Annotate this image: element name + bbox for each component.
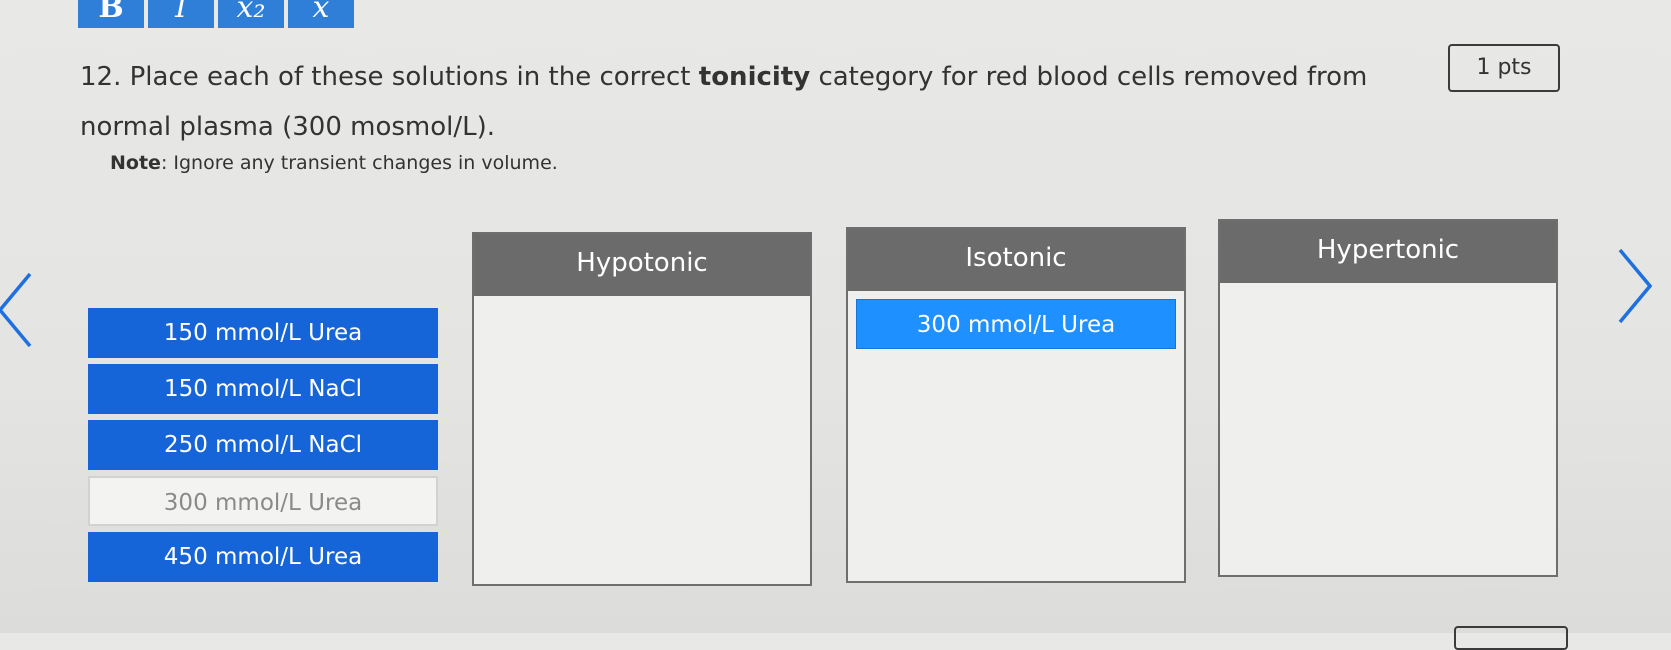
- answer-chip-300-urea-placeholder: 300 mmol/L Urea: [88, 476, 438, 526]
- bottom-button-partial[interactable]: [1454, 626, 1568, 650]
- question-note: Note: Ignore any transient changes in vo…: [110, 152, 558, 174]
- points-badge: 1 pts: [1448, 44, 1560, 92]
- category-isotonic[interactable]: Isotonic 300 mmol/L Urea: [846, 227, 1186, 583]
- previous-arrow-icon[interactable]: [0, 270, 38, 350]
- category-header-isotonic: Isotonic: [848, 229, 1184, 291]
- category-header-hypertonic: Hypertonic: [1220, 221, 1556, 283]
- note-text: : Ignore any transient changes in volume…: [160, 152, 558, 174]
- drop-zone-isotonic[interactable]: 300 mmol/L Urea: [848, 291, 1184, 581]
- placed-chip-300-urea[interactable]: 300 mmol/L Urea: [856, 299, 1176, 349]
- question-text-before: Place each of these solutions in the cor…: [129, 62, 691, 92]
- answer-chip-250-nacl[interactable]: 250 mmol/L NaCl: [88, 420, 438, 470]
- formatting-toolbar: B I x₂ x: [78, 0, 354, 28]
- question-text: 12. Place each of these solutions in the…: [80, 52, 1420, 152]
- note-label: Note: [110, 152, 161, 174]
- category-hypotonic[interactable]: Hypotonic: [472, 232, 812, 586]
- italic-button[interactable]: I: [148, 0, 214, 28]
- category-header-hypotonic: Hypotonic: [474, 234, 810, 296]
- bold-button[interactable]: B: [78, 0, 144, 28]
- drop-zone-hypotonic[interactable]: [474, 296, 810, 584]
- answer-bank: 150 mmol/L Urea 150 mmol/L NaCl 250 mmol…: [88, 308, 438, 588]
- next-arrow-icon[interactable]: [1612, 246, 1656, 326]
- question-number: 12.: [80, 62, 122, 92]
- drop-zone-hypertonic[interactable]: [1220, 283, 1556, 575]
- category-hypertonic[interactable]: Hypertonic: [1218, 219, 1558, 577]
- answer-chip-150-urea[interactable]: 150 mmol/L Urea: [88, 308, 438, 358]
- superscript-button[interactable]: x: [288, 0, 354, 28]
- answer-chip-150-nacl[interactable]: 150 mmol/L NaCl: [88, 364, 438, 414]
- answer-chip-450-urea[interactable]: 450 mmol/L Urea: [88, 532, 438, 582]
- subscript-button[interactable]: x₂: [218, 0, 284, 28]
- question-bold-word: tonicity: [698, 62, 811, 92]
